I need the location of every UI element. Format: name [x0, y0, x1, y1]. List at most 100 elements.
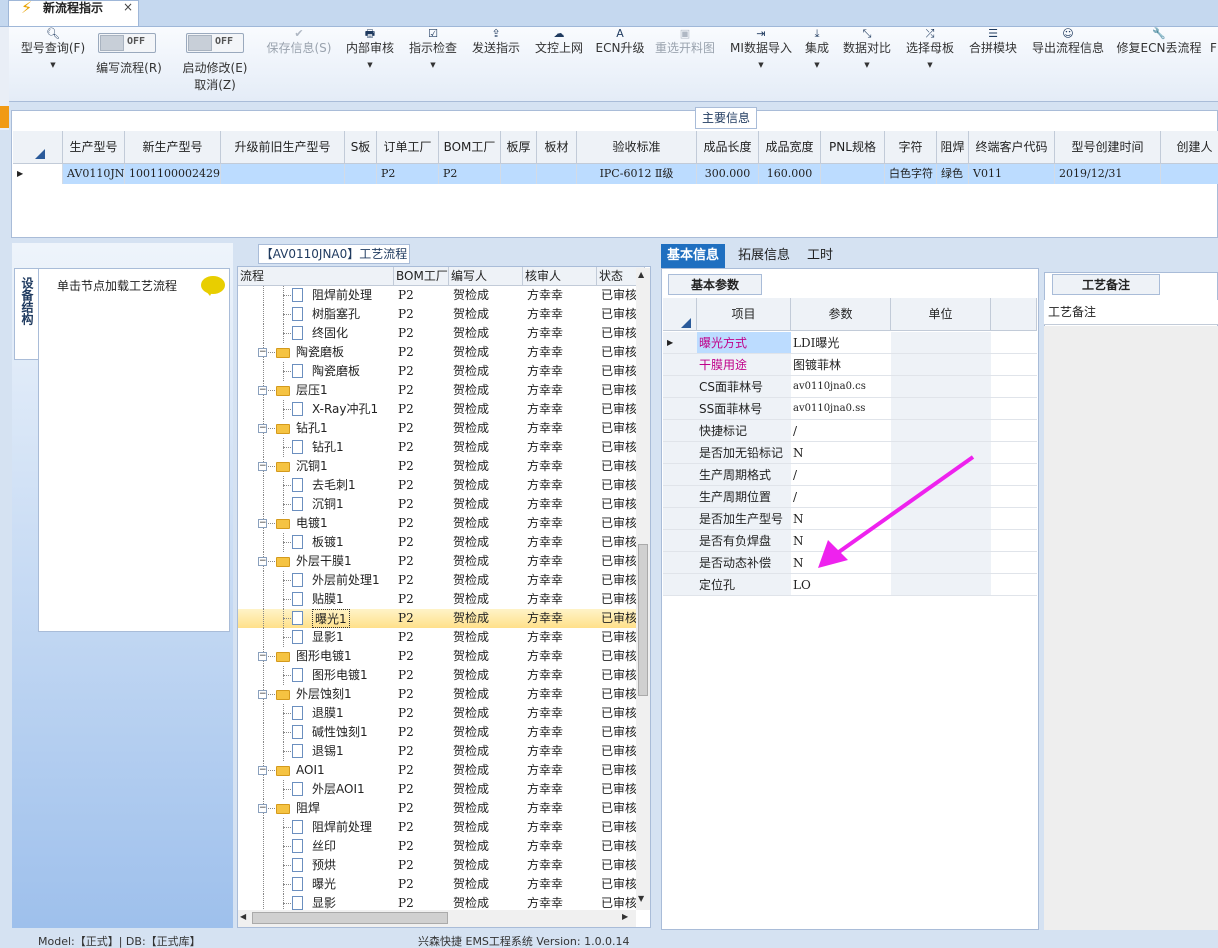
table-cell[interactable]: 绿色 [937, 164, 969, 184]
collapse-toggle-icon[interactable]: − [258, 804, 267, 813]
column-header[interactable]: 板厚 [501, 131, 537, 164]
tree-row[interactable]: 陶瓷磨板 P2 贺检成 方幸幸 已审核 [238, 362, 637, 381]
tree-row[interactable]: 曝光1 P2 贺检成 方幸幸 已审核 [238, 609, 637, 628]
tree-row[interactable]: 显影1 P2 贺检成 方幸幸 已审核 [238, 628, 637, 647]
column-header[interactable]: 型号创建时间 [1055, 131, 1161, 164]
column-header[interactable]: PNL规格 [821, 131, 885, 164]
collapse-toggle-icon[interactable]: − [258, 690, 267, 699]
tree-row[interactable]: − 沉铜1 P2 贺检成 方幸幸 已审核 [238, 457, 637, 476]
tab-basic-params[interactable]: 基本参数 [668, 274, 762, 295]
column-header[interactable]: 成品宽度 [759, 131, 821, 164]
column-header[interactable]: 生产型号 [63, 131, 125, 164]
mi-import-button[interactable]: ⇥ MI数据导入 ▼ [725, 27, 797, 69]
tree-row[interactable]: − 电镀1 P2 贺检成 方幸幸 已审核 [238, 514, 637, 533]
tab-work-hours[interactable]: 工时 [801, 244, 839, 268]
tree-row[interactable]: 外层AOI1 P2 贺检成 方幸幸 已审核 [238, 780, 637, 799]
collapse-toggle-icon[interactable]: − [258, 652, 267, 661]
tree-row[interactable]: 曝光 P2 贺检成 方幸幸 已审核 [238, 875, 637, 894]
reselect-cutting-button[interactable]: ▣ 重选开料图 [651, 27, 719, 55]
internal-review-button[interactable]: 🖶 内部审核 ▼ [342, 27, 398, 69]
data-compare-button[interactable]: ⤡ 数据对比 ▼ [839, 27, 895, 69]
param-unit[interactable] [891, 376, 991, 398]
params-column-header[interactable]: 参数 [791, 298, 891, 331]
collapse-toggle-icon[interactable]: − [258, 462, 267, 471]
column-header[interactable]: 成品长度 [697, 131, 759, 164]
integrate-button[interactable]: ⤓ 集成 ▼ [800, 27, 834, 69]
write-flow-toggle[interactable]: OFF [98, 33, 156, 53]
tree-horizontal-scrollbar[interactable]: ◀ ▶ [238, 910, 636, 927]
collapse-toggle-icon[interactable]: − [258, 348, 267, 357]
tree-row[interactable]: − 陶瓷磨板 P2 贺检成 方幸幸 已审核 [238, 343, 637, 362]
tree-row[interactable]: 预烘 P2 贺检成 方幸幸 已审核 [238, 856, 637, 875]
tree-row[interactable]: − 图形电镀1 P2 贺检成 方幸幸 已审核 [238, 647, 637, 666]
param-unit[interactable] [891, 420, 991, 442]
column-header[interactable]: 阻焊 [937, 131, 969, 164]
params-column-header[interactable]: 单位 [891, 298, 991, 331]
collapse-toggle-icon[interactable]: − [258, 386, 267, 395]
table-cell[interactable]: 10011000024299 [125, 164, 221, 184]
table-cell[interactable]: IPC-6012 Ⅱ级 [577, 164, 697, 184]
tree-row[interactable]: 终固化 P2 贺检成 方幸幸 已审核 [238, 324, 637, 343]
tree-row[interactable]: − 外层蚀刻1 P2 贺检成 方幸幸 已审核 [238, 685, 637, 704]
tree-column-header[interactable]: BOM工厂 [394, 267, 449, 286]
table-cell[interactable]: 160.000 [759, 164, 821, 184]
tree-row[interactable]: X-Ray冲孔1 P2 贺检成 方幸幸 已审核 [238, 400, 637, 419]
tree-row[interactable]: 去毛刺1 P2 贺检成 方幸幸 已审核 [238, 476, 637, 495]
select-master-board-button[interactable]: ⤮ 选择母板 ▼ [902, 27, 958, 69]
column-header[interactable]: 升级前旧生产型号 [221, 131, 345, 164]
table-cell[interactable] [537, 164, 577, 184]
tab-extended-info[interactable]: 拓展信息 [732, 244, 796, 268]
model-query-button[interactable]: 🔍︎ 型号查询(F) ▼ [17, 27, 89, 69]
param-unit[interactable] [891, 354, 991, 376]
fix-ecn-button[interactable]: 🔧 修复ECN丢流程 [1115, 27, 1203, 55]
tree-row[interactable]: 沉铜1 P2 贺检成 方幸幸 已审核 [238, 495, 637, 514]
notes-body[interactable] [1044, 326, 1218, 930]
tree-row[interactable]: 钻孔1 P2 贺检成 方幸幸 已审核 [238, 438, 637, 457]
collapse-toggle-icon[interactable]: − [258, 766, 267, 775]
tab-new-flow[interactable]: ⚡ 新流程指示 × [8, 0, 139, 26]
tree-row[interactable]: 丝印 P2 贺检成 方幸幸 已审核 [238, 837, 637, 856]
tree-row[interactable]: − 外层干膜1 P2 贺检成 方幸幸 已审核 [238, 552, 637, 571]
column-header[interactable]: 验收标准 [577, 131, 697, 164]
more-button[interactable]: F [1209, 27, 1218, 55]
tab-device-structure[interactable]: 设备结构 [14, 268, 38, 360]
cancel-button[interactable]: 取消(Z) [177, 77, 253, 93]
param-unit[interactable] [891, 398, 991, 420]
tab-process-notes[interactable]: 工艺备注 [1052, 274, 1160, 295]
table-cell[interactable] [1161, 164, 1218, 184]
tree-row[interactable]: 退锡1 P2 贺检成 方幸幸 已审核 [238, 742, 637, 761]
tree-row[interactable]: 板镀1 P2 贺检成 方幸幸 已审核 [238, 533, 637, 552]
column-header[interactable]: 字符 [885, 131, 937, 164]
param-value[interactable]: LDI曝光 [791, 332, 891, 354]
instruction-check-button[interactable]: ☑ 指示检查 ▼ [405, 27, 461, 69]
merge-module-button[interactable]: ☰ 合拼模块 [965, 27, 1021, 55]
tree-row[interactable]: 贴膜1 P2 贺检成 方幸幸 已审核 [238, 590, 637, 609]
param-value[interactable]: 图镀菲林 [791, 354, 891, 376]
table-cell[interactable] [501, 164, 537, 184]
table-cell[interactable]: 2019/12/31 [1055, 164, 1161, 184]
tree-vertical-scrollbar[interactable]: ▲ ▼ [636, 268, 650, 910]
table-cell[interactable]: P2 [377, 164, 439, 184]
tree-column-header[interactable]: 核审人 [523, 267, 597, 286]
tree-row[interactable]: 外层前处理1 P2 贺检成 方幸幸 已审核 [238, 571, 637, 590]
tree-row[interactable]: − 阻焊 P2 贺检成 方幸幸 已审核 [238, 799, 637, 818]
tree-row[interactable]: − 层压1 P2 贺检成 方幸幸 已审核 [238, 381, 637, 400]
table-cell[interactable]: 白色字符 [885, 164, 937, 184]
tab-basic-info[interactable]: 基本信息 [661, 244, 726, 268]
collapse-toggle-icon[interactable]: − [258, 424, 267, 433]
tree-row[interactable]: 阻焊前处理 P2 贺检成 方幸幸 已审核 [238, 818, 637, 837]
tree-row[interactable]: 图形电镀1 P2 贺检成 方幸幸 已审核 [238, 666, 637, 685]
tree-row[interactable]: 碱性蚀刻1 P2 贺检成 方幸幸 已审核 [238, 723, 637, 742]
column-header[interactable]: 新生产型号 [125, 131, 221, 164]
param-value[interactable]: / [791, 420, 891, 442]
start-modify-toggle[interactable]: OFF [186, 33, 244, 53]
column-header[interactable]: 创建人 [1161, 131, 1218, 164]
table-cell[interactable] [821, 164, 885, 184]
collapse-toggle-icon[interactable]: − [258, 557, 267, 566]
tree-column-header[interactable]: 流程 [238, 267, 394, 286]
table-cell[interactable]: AV0110JNA0 [63, 164, 125, 184]
tree-row[interactable]: 退膜1 P2 贺检成 方幸幸 已审核 [238, 704, 637, 723]
tree-row[interactable]: − AOI1 P2 贺检成 方幸幸 已审核 [238, 761, 637, 780]
column-header[interactable]: BOM工厂 [439, 131, 501, 164]
collapse-toggle-icon[interactable]: − [258, 519, 267, 528]
